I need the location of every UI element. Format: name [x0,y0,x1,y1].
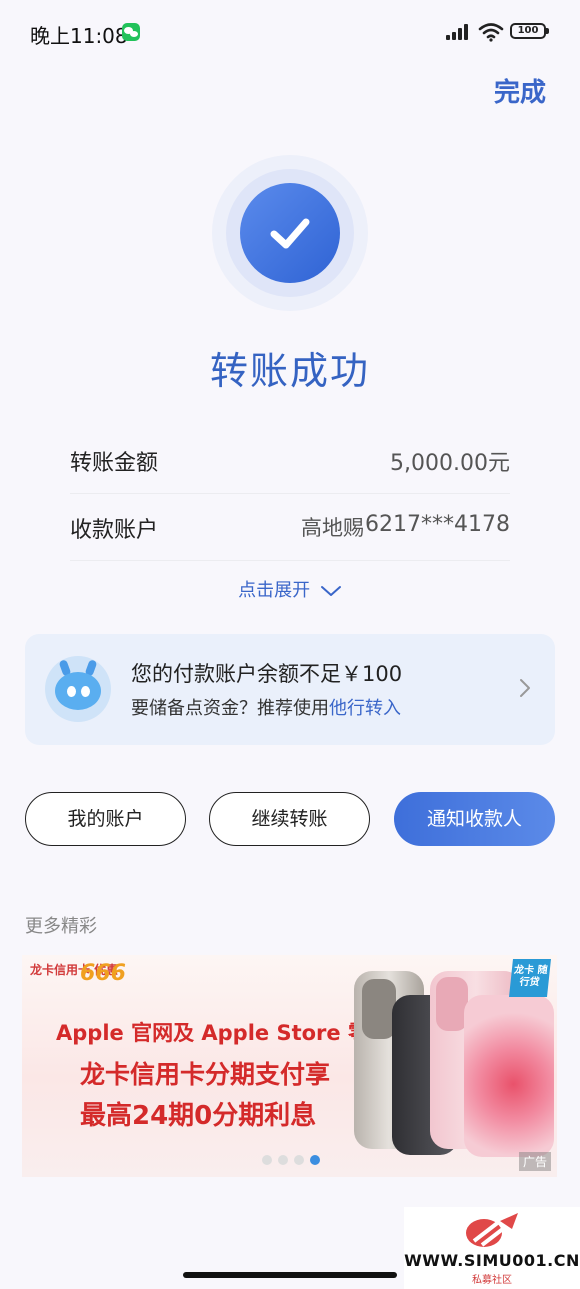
status-bar: 晚上11:08 100 [0,0,580,62]
carousel-dot-active[interactable] [310,1155,320,1165]
mascot-icon [45,656,111,722]
status-time: 晚上11:08 [30,24,128,48]
expand-details[interactable]: 点击展开 [0,576,580,602]
ad-label: 广告 [518,1152,551,1171]
payee-label: 收款账户 [70,518,159,543]
check-icon [270,218,310,249]
my-account-button[interactable]: 我的账户 [25,792,186,846]
watermark-subtitle: 私募社区 [472,1275,512,1286]
payee-name: 高地赐 [301,516,364,540]
done-button[interactable]: 完成 [494,72,546,109]
promo-banner[interactable]: 龙卡信用卡 优惠 666 Apple 官网及 Apple Store 零售店 龙… [22,955,557,1177]
banner-line-2: 龙卡信用卡分期支付享 [80,1060,331,1089]
home-indicator[interactable] [183,1272,397,1278]
amount-label: 转账金额 [70,451,159,476]
success-title: 转账成功 [209,349,370,393]
success-badge [212,155,368,311]
banner-tag: 龙卡 随行贷 [509,959,551,997]
watermark-url: WWW.SIMU001.CN [404,1251,580,1270]
carousel-dot[interactable] [278,1155,288,1165]
more-section-title: 更多精彩 [25,916,97,937]
carousel-dots[interactable] [262,1150,326,1169]
notice-title: 您的付款账户余额不足￥100 [131,662,403,686]
amount-row: 转账金额 5,000.00元 [70,427,510,494]
wechat-icon [122,23,140,41]
banner-line-3: 最高24期0分期利息 [80,1101,317,1131]
carousel-dot[interactable] [294,1155,304,1165]
payee-row: 收款账户 高地赐 6217***4178 [70,494,510,561]
chevron-down-icon [320,586,341,596]
payee-account: 6217***4178 [365,512,510,537]
amount-value: 5,000.00元 [390,451,510,476]
continue-transfer-button[interactable]: 继续转账 [209,792,370,846]
notice-subtitle-text: 要储备点资金？推荐使用 [131,698,329,719]
carousel-dot[interactable] [262,1155,272,1165]
expand-label: 点击展开 [238,580,311,601]
balance-notice-card[interactable]: 您的付款账户余额不足￥100 要储备点资金？推荐使用他行转入 [25,634,555,745]
site-watermark: WWW.SIMU001.CN 私募社区 [404,1207,580,1289]
signal-icon [446,24,472,40]
watermark-logo-icon [466,1213,518,1247]
notify-payee-button[interactable]: 通知收款人 [394,792,555,846]
transfer-in-link[interactable]: 他行转入 [329,698,401,719]
battery-icon: 100 [510,23,549,39]
notice-subtitle: 要储备点资金？推荐使用他行转入 [131,694,401,720]
chevron-right-icon [520,679,530,697]
banner-promo-number: 666 [80,961,126,986]
wifi-icon [478,23,504,42]
